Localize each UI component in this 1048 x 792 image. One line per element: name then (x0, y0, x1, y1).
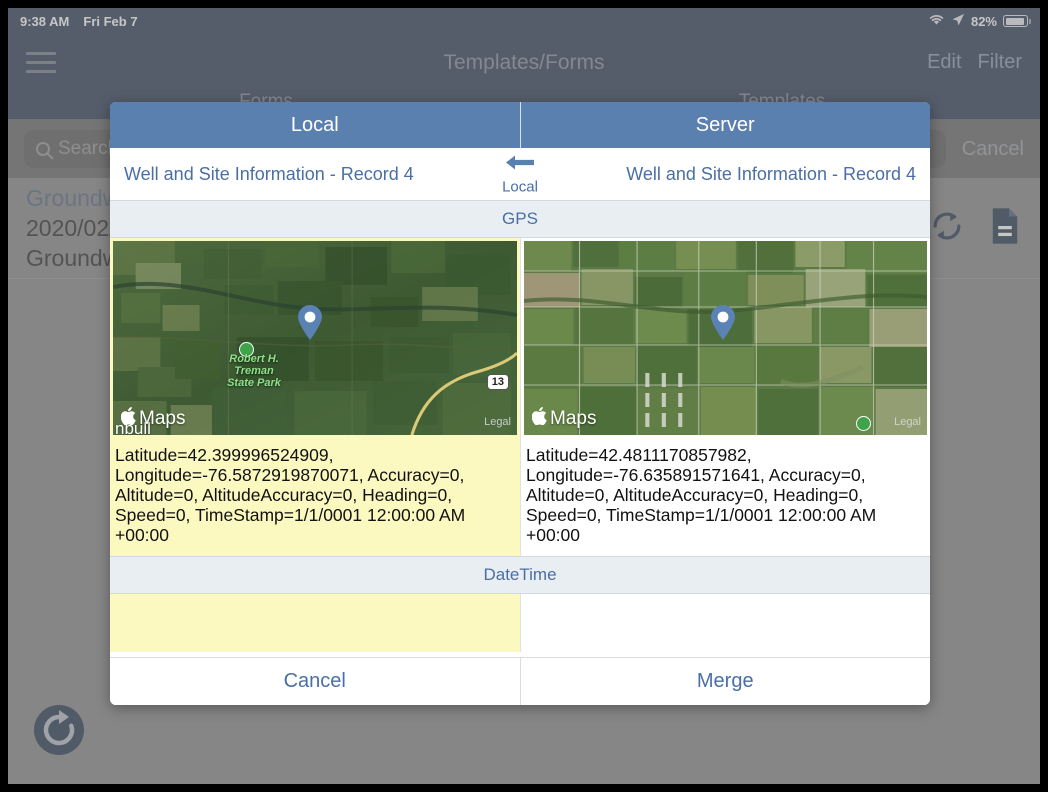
datetime-value-cell-server[interactable] (520, 594, 930, 652)
map-legal-link-local[interactable]: Legal (484, 416, 511, 428)
tab-server[interactable]: Server (519, 102, 931, 148)
gps-map-cell-server[interactable]: Maps Legal (520, 238, 930, 438)
apple-logo-icon (120, 407, 136, 431)
datetime-value-local (110, 594, 520, 612)
golf-poi-icon (856, 416, 871, 431)
map-pin-icon (710, 305, 736, 341)
datetime-value-server (521, 594, 930, 612)
cancel-button[interactable]: Cancel (110, 658, 520, 705)
section-header-datetime: DateTime (110, 556, 930, 594)
gps-value-pair: Latitude=42.399996524909, Longitude=-76.… (110, 438, 930, 556)
maps-provider-label: Maps (550, 408, 597, 429)
gps-value-server: Latitude=42.4811170857982, Longitude=-76… (526, 445, 882, 545)
copy-direction-button[interactable]: Local (475, 153, 565, 196)
apple-logo-icon (531, 407, 547, 431)
gps-map-pair: Robert H. Treman State Park 13 nbull Maps (110, 238, 930, 438)
gps-map-cell-local[interactable]: Robert H. Treman State Park 13 nbull Maps (110, 238, 520, 438)
device-screen: 9:38 AM Fri Feb 7 82% Templates/Forms Ed… (8, 8, 1040, 784)
map-preview-server[interactable]: Maps Legal (524, 241, 927, 435)
section-header-gps: GPS (110, 200, 930, 238)
apple-maps-badge-server: Maps (531, 407, 597, 431)
maps-provider-label: Maps (139, 408, 186, 429)
apple-maps-badge-local: Maps (120, 407, 186, 431)
record-header-row: Well and Site Information - Record 4 Wel… (110, 148, 930, 200)
map-pin-icon (297, 305, 323, 341)
arrow-left-icon (504, 153, 536, 178)
map-legal-link-server[interactable]: Legal (894, 416, 921, 428)
record-title-local: Well and Site Information - Record 4 (124, 163, 414, 184)
map-preview-local[interactable]: Robert H. Treman State Park 13 nbull Maps (113, 241, 517, 435)
gps-value-cell-local[interactable]: Latitude=42.399996524909, Longitude=-76.… (110, 438, 520, 556)
tab-local[interactable]: Local (110, 102, 520, 148)
record-title-server: Well and Site Information - Record 4 (626, 163, 916, 184)
road-shield-13: 13 (486, 374, 509, 390)
filter-button[interactable]: Filter (978, 51, 1022, 74)
datetime-value-pair (110, 594, 930, 652)
dialog-tabs: Local Server (110, 102, 930, 148)
park-label: Robert H. Treman State Park (227, 353, 281, 389)
datetime-value-cell-local[interactable] (110, 594, 520, 652)
dialog-footer: Cancel Merge (110, 657, 930, 705)
copy-direction-label: Local (502, 178, 538, 196)
edit-button[interactable]: Edit (927, 51, 961, 74)
gps-value-cell-server[interactable]: Latitude=42.4811170857982, Longitude=-76… (520, 438, 930, 556)
merge-conflict-dialog: Local Server Well and Site Information -… (110, 102, 930, 705)
merge-button[interactable]: Merge (519, 658, 931, 705)
gps-value-local: Latitude=42.399996524909, Longitude=-76.… (115, 445, 471, 545)
